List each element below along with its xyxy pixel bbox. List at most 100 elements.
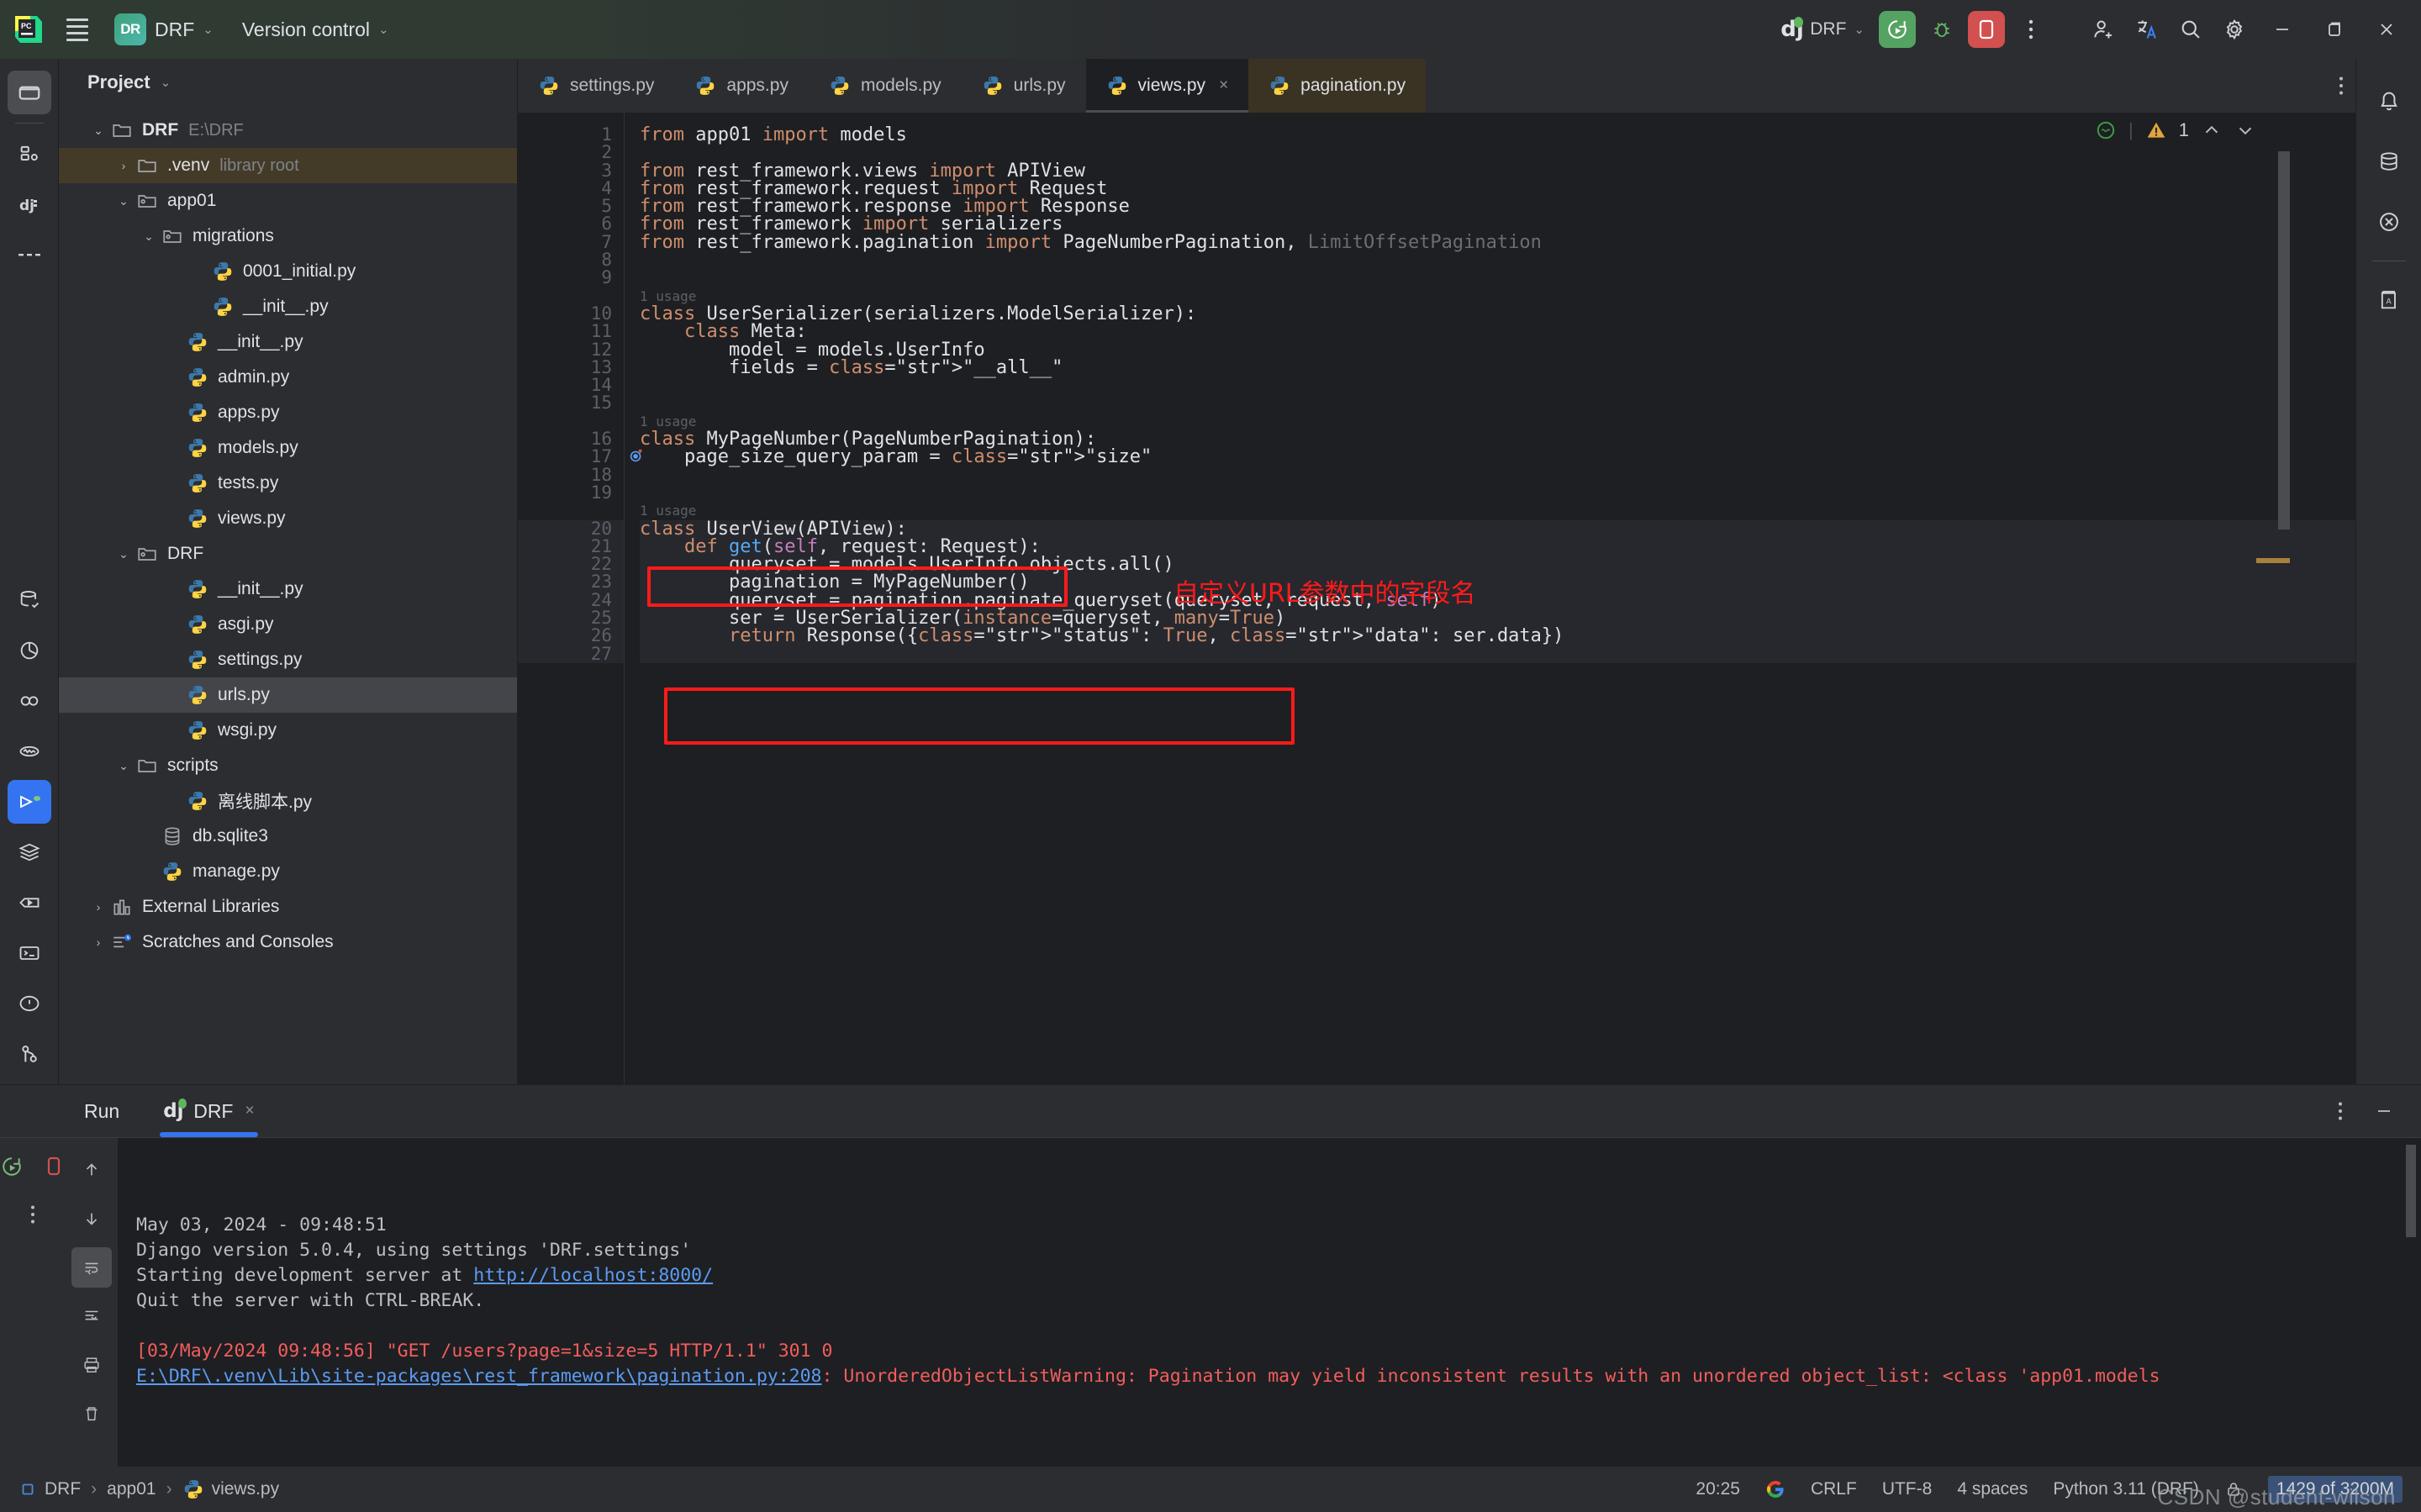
editor-tabs-more-icon[interactable] <box>2339 59 2355 113</box>
breadcrumb-item-app01[interactable]: app01 <box>107 1479 156 1499</box>
tree-item-views-py[interactable]: views.py <box>59 501 517 536</box>
tree-item-wsgi-py[interactable]: wsgi.py <box>59 713 517 748</box>
code-line[interactable] <box>640 269 2355 287</box>
tree-item-urls-py[interactable]: urls.py <box>59 677 517 713</box>
clear-all-icon[interactable] <box>71 1393 112 1434</box>
sidebar-item-profiler[interactable] <box>8 629 51 672</box>
run-tab-run[interactable]: Run <box>66 1085 138 1137</box>
indent-setting[interactable]: 4 spaces <box>1957 1479 2028 1499</box>
code-line[interactable]: from rest_framework.request import Reque… <box>640 179 2355 198</box>
code-line[interactable]: class Meta: <box>640 323 2355 341</box>
scroll-down-icon[interactable] <box>71 1199 112 1239</box>
chevron-right-icon[interactable]: › <box>87 900 109 914</box>
sidebar-item-database-right[interactable] <box>2367 140 2411 183</box>
editor-tab-models-py[interactable]: models.py <box>809 59 962 113</box>
tree-item-drf[interactable]: ⌄ DRF <box>59 536 517 572</box>
print-icon[interactable] <box>71 1345 112 1385</box>
main-menu-icon[interactable] <box>59 11 96 48</box>
tree-item-migrations[interactable]: ⌄ migrations <box>59 219 517 254</box>
tree-item-scratches-and-consoles[interactable]: › Scratches and Consoles <box>59 925 517 960</box>
chevron-right-icon[interactable]: › <box>87 935 109 949</box>
tree-item-models-py[interactable]: models.py <box>59 430 517 466</box>
inspection-ok-icon[interactable] <box>2095 119 2117 141</box>
chevron-down-icon[interactable]: ⌄ <box>138 229 160 244</box>
code-line[interactable] <box>640 377 2355 394</box>
project-panel-header[interactable]: Project ⌄ <box>59 59 517 106</box>
tree-item-db-sqlite3[interactable]: db.sqlite3 <box>59 819 517 854</box>
code-line[interactable]: queryset = models.UserInfo.objects.all() <box>640 555 2355 574</box>
chevron-down-icon[interactable]: ⌄ <box>113 194 134 208</box>
more-vertical-icon[interactable] <box>2009 8 2053 51</box>
console-output[interactable]: May 03, 2024 - 09:48:51 Django version 5.… <box>118 1138 2421 1467</box>
scroll-up-icon[interactable] <box>71 1150 112 1190</box>
editor-tab-bar[interactable]: settings.py apps.py models.py urls.py views.… <box>518 59 2355 113</box>
code-line[interactable] <box>640 484 2355 502</box>
inspections-widget[interactable]: | 1 <box>2095 119 2256 141</box>
version-control-selector[interactable]: Version control ⌄ <box>242 18 389 41</box>
console-scrollbar[interactable] <box>2406 1145 2416 1237</box>
code-line[interactable] <box>640 251 2355 269</box>
sidebar-item-python-packages[interactable] <box>8 679 51 723</box>
editor-warning-marker[interactable] <box>2256 558 2290 563</box>
sidebar-item-database[interactable] <box>8 578 51 622</box>
editor-tab-settings-py[interactable]: settings.py <box>518 59 674 113</box>
run-tab-bar[interactable]: Run dj DRF × <box>0 1085 2421 1137</box>
tree-item-manage-py[interactable]: manage.py <box>59 854 517 889</box>
run-button[interactable] <box>1879 11 1916 48</box>
tree-item--py[interactable]: 离线脚本.py <box>59 783 517 819</box>
warning-triangle-icon[interactable] <box>2145 119 2167 141</box>
sidebar-item-dictionary[interactable]: A <box>2367 278 2411 322</box>
sidebar-item-commit[interactable] <box>8 132 51 176</box>
chevron-down-icon[interactable]: ⌄ <box>113 547 134 561</box>
tree-item-tests-py[interactable]: tests.py <box>59 466 517 501</box>
close-run-tab-icon[interactable]: × <box>245 1102 254 1120</box>
code-line[interactable] <box>640 466 2355 484</box>
code-editor[interactable]: 123456789 10 11 12 13 14 15 16 17 18 19 20 21 22 23… <box>518 113 2355 1084</box>
gear-icon[interactable] <box>2213 8 2256 51</box>
chevron-down-icon[interactable] <box>2234 119 2256 141</box>
translate-icon[interactable] <box>2125 8 2169 51</box>
tree-item-settings-py[interactable]: settings.py <box>59 642 517 677</box>
sidebar-item-notifications[interactable] <box>2367 79 2411 123</box>
code-line[interactable]: fields = class="str">"__all__" <box>640 358 2355 377</box>
project-selector[interactable]: DR DRF ⌄ <box>114 13 214 45</box>
code-line[interactable]: queryset = pagination.paginate_queryset(… <box>640 591 2355 609</box>
code-line[interactable]: class UserSerializer(serializers.ModelSe… <box>640 304 2355 323</box>
sidebar-item-problems[interactable] <box>8 982 51 1025</box>
code-line[interactable]: class MyPageNumber(PageNumberPagination)… <box>640 429 2355 448</box>
code-content[interactable]: from app01 import models from rest_frame… <box>624 113 2355 1084</box>
editor-tab-pagination-py[interactable]: pagination.py <box>1248 59 1427 113</box>
more-tool-windows-icon[interactable] <box>8 233 51 277</box>
scroll-to-end-icon[interactable] <box>71 1296 112 1336</box>
add-user-icon[interactable] <box>2081 8 2125 51</box>
code-line[interactable]: page_size_query_param = class="str">"siz… <box>640 448 2355 466</box>
run-configuration-selector[interactable]: dj DRF ⌄ <box>1770 17 1875 42</box>
breadcrumb-item-DRF[interactable]: DRF <box>18 1479 81 1499</box>
run-more-icon[interactable] <box>13 1194 53 1235</box>
code-line[interactable]: from rest_framework.response import Resp… <box>640 198 2355 216</box>
tree-item-scripts[interactable]: ⌄ scripts <box>59 748 517 783</box>
console-file-link[interactable]: E:\DRF\.venv\Lib\site-packages\rest_fram… <box>136 1366 821 1387</box>
tree-item-admin-py[interactable]: admin.py <box>59 360 517 395</box>
code-line[interactable] <box>640 394 2355 412</box>
chevron-down-icon[interactable]: ⌄ <box>161 75 171 90</box>
code-line[interactable]: model = models.UserInfo <box>640 340 2355 359</box>
sidebar-item-version-control[interactable] <box>8 1032 51 1076</box>
code-line[interactable] <box>640 144 2355 161</box>
tree-item--init-py[interactable]: __init__.py <box>59 572 517 607</box>
search-icon[interactable] <box>2169 8 2213 51</box>
run-tab-drf[interactable]: dj DRF × <box>145 1085 272 1137</box>
tree-item-external-libraries[interactable]: › External Libraries <box>59 889 517 925</box>
sidebar-item-services[interactable] <box>8 830 51 874</box>
maximize-button[interactable] <box>2308 0 2360 59</box>
file-encoding[interactable]: UTF-8 <box>1882 1479 1933 1499</box>
editor-tab-urls-py[interactable]: urls.py <box>962 59 1086 113</box>
tree-item-asgi-py[interactable]: asgi.py <box>59 607 517 642</box>
chevron-right-icon[interactable]: › <box>113 159 134 172</box>
tree-item--venv[interactable]: › .venv library root <box>59 148 517 183</box>
sidebar-item-run[interactable] <box>8 780 51 824</box>
run-options-icon[interactable] <box>2320 1091 2360 1131</box>
sidebar-item-python-console[interactable] <box>8 881 51 925</box>
minimize-button[interactable] <box>2256 0 2308 59</box>
code-line[interactable]: ser = UserSerializer(instance=queryset, … <box>640 608 2355 628</box>
